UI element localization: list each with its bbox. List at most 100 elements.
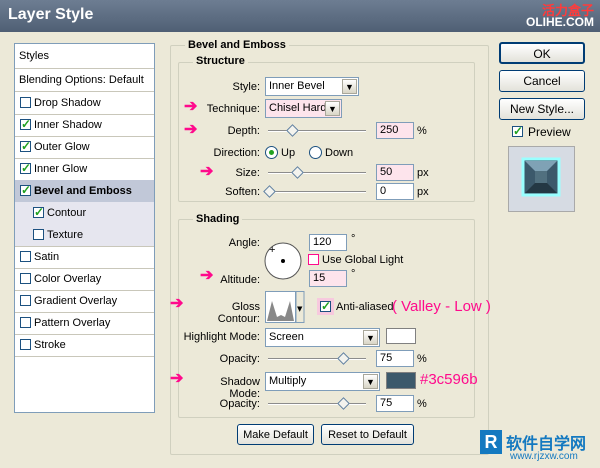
size-label: Size: bbox=[235, 167, 260, 179]
direction-down-radio[interactable] bbox=[309, 146, 322, 159]
global-light-checkbox[interactable] bbox=[308, 254, 319, 265]
watermark-en: OLIHE.COM bbox=[526, 15, 594, 29]
make-default-button[interactable]: Make Default bbox=[237, 424, 314, 445]
shadow-color-swatch[interactable] bbox=[386, 372, 416, 389]
style-item-label: Stroke bbox=[34, 339, 66, 351]
pointer-arrow-icon: ➔ bbox=[170, 370, 184, 387]
style-item-pattern-overlay[interactable]: Pattern Overlay bbox=[15, 312, 154, 335]
soften-field[interactable]: 0 bbox=[376, 183, 414, 200]
shadow-opacity-unit: % bbox=[417, 398, 427, 410]
preview-checkbox[interactable] bbox=[512, 124, 523, 138]
anti-aliased-checkbox[interactable] bbox=[320, 299, 331, 313]
size-slider[interactable] bbox=[268, 172, 366, 174]
footer-watermark: R 软件自学网 www.rjzxw.com bbox=[480, 430, 598, 464]
shadow-color-annotation: #3c596b bbox=[420, 371, 478, 388]
style-item-checkbox[interactable] bbox=[33, 205, 44, 219]
direction-label: Direction: bbox=[213, 147, 260, 159]
style-item-label: Outer Glow bbox=[34, 141, 90, 153]
window-title: Layer Style bbox=[8, 6, 94, 23]
pointer-arrow-icon: ➔ bbox=[184, 121, 198, 138]
style-item-checkbox[interactable] bbox=[20, 295, 31, 306]
chevron-down-icon: ▼ bbox=[363, 330, 378, 345]
gloss-contour-label: Gloss Contour: bbox=[217, 301, 260, 325]
shadow-opacity-slider[interactable] bbox=[268, 403, 366, 405]
size-field[interactable]: 50 bbox=[376, 164, 414, 181]
depth-slider[interactable] bbox=[268, 130, 366, 132]
style-item-label: Contour bbox=[47, 207, 87, 219]
blending-options[interactable]: Blending Options: Default bbox=[15, 69, 154, 92]
style-label: Style: bbox=[232, 81, 260, 93]
structure-title: Structure bbox=[193, 55, 248, 67]
style-item-checkbox[interactable] bbox=[20, 251, 31, 262]
svg-text:▼: ▼ bbox=[297, 305, 303, 313]
style-item-drop-shadow[interactable]: Drop Shadow bbox=[15, 92, 154, 115]
style-item-satin[interactable]: Satin bbox=[15, 246, 154, 269]
highlight-opacity-unit: % bbox=[417, 353, 427, 365]
angle-field[interactable]: 120 bbox=[309, 234, 347, 251]
depth-label: Depth: bbox=[227, 125, 260, 137]
shadow-mode-select[interactable]: Multiply ▼ bbox=[265, 372, 380, 391]
preview-label: Preview bbox=[528, 125, 571, 139]
style-item-checkbox[interactable] bbox=[20, 339, 31, 350]
style-item-checkbox[interactable] bbox=[20, 161, 31, 175]
highlight-mode-select[interactable]: Screen ▼ bbox=[265, 328, 380, 347]
style-item-label: Gradient Overlay bbox=[34, 295, 118, 307]
shadow-opacity-field[interactable]: 75 bbox=[376, 395, 414, 412]
style-item-gradient-overlay[interactable]: Gradient Overlay bbox=[15, 290, 154, 313]
style-item-label: Inner Glow bbox=[34, 163, 88, 175]
technique-label: Technique: bbox=[206, 103, 260, 115]
highlight-opacity-field[interactable]: 75 bbox=[376, 350, 414, 367]
style-item-stroke[interactable]: Stroke bbox=[15, 334, 154, 357]
style-item-checkbox[interactable] bbox=[20, 139, 31, 153]
style-select[interactable]: Inner Bevel ▼ bbox=[265, 77, 359, 96]
style-item-checkbox[interactable] bbox=[20, 317, 31, 328]
style-item-bevel-and-emboss[interactable]: Bevel and Emboss bbox=[15, 180, 154, 203]
style-item-contour[interactable]: Contour bbox=[15, 202, 154, 225]
shading-title: Shading bbox=[193, 213, 243, 225]
ok-button[interactable]: OK bbox=[499, 42, 585, 64]
shadow-opacity-label: Opacity: bbox=[219, 398, 260, 410]
angle-label: Angle: bbox=[228, 237, 260, 249]
global-light-label: Use Global Light bbox=[322, 254, 404, 266]
soften-slider[interactable] bbox=[268, 191, 366, 193]
style-item-label: Bevel and Emboss bbox=[34, 185, 132, 197]
shadow-mode-label: Shadow Mode: bbox=[220, 376, 260, 400]
style-item-label: Drop Shadow bbox=[34, 97, 101, 109]
style-item-inner-glow[interactable]: Inner Glow bbox=[15, 158, 154, 181]
style-item-checkbox[interactable] bbox=[20, 97, 31, 108]
angle-dial[interactable]: + bbox=[263, 241, 303, 281]
direction-up-radio[interactable] bbox=[265, 146, 278, 159]
highlight-opacity-slider[interactable] bbox=[268, 358, 366, 360]
new-style-button[interactable]: New Style... bbox=[499, 98, 585, 120]
style-item-color-overlay[interactable]: Color Overlay bbox=[15, 268, 154, 291]
style-item-label: Texture bbox=[47, 229, 84, 241]
highlight-color-swatch[interactable] bbox=[386, 328, 416, 344]
highlight-opacity-label: Opacity: bbox=[219, 353, 260, 365]
style-item-inner-shadow[interactable]: Inner Shadow bbox=[15, 114, 154, 137]
preview-thumbnail bbox=[521, 157, 561, 197]
depth-field[interactable]: 250 bbox=[376, 122, 414, 139]
style-item-outer-glow[interactable]: Outer Glow bbox=[15, 136, 154, 159]
cancel-button[interactable]: Cancel bbox=[499, 70, 585, 92]
reset-default-button[interactable]: Reset to Default bbox=[321, 424, 414, 445]
styles-list: Styles Blending Options: Default Drop Sh… bbox=[14, 43, 155, 413]
bevel-emboss-title: Bevel and Emboss bbox=[185, 39, 289, 51]
highlight-mode-label: Highlight Mode: bbox=[183, 331, 260, 343]
style-item-checkbox[interactable] bbox=[20, 117, 31, 131]
style-item-checkbox[interactable] bbox=[33, 229, 44, 240]
angle-unit: ° bbox=[351, 233, 356, 245]
technique-select[interactable]: Chisel Hard ▼ bbox=[265, 99, 342, 118]
altitude-unit: ° bbox=[351, 268, 356, 280]
styles-header[interactable]: Styles bbox=[15, 44, 154, 69]
style-item-label: Pattern Overlay bbox=[34, 317, 111, 329]
style-item-texture[interactable]: Texture bbox=[15, 224, 154, 247]
size-unit: px bbox=[417, 167, 429, 179]
style-item-checkbox[interactable] bbox=[20, 183, 31, 197]
pointer-arrow-icon: ➔ bbox=[184, 98, 198, 115]
gloss-annotation: ( Valley - Low ) bbox=[392, 298, 491, 315]
logo-icon: R bbox=[480, 430, 502, 454]
altitude-field[interactable]: 15 bbox=[309, 270, 347, 287]
direction-up-label: Up bbox=[281, 147, 296, 159]
gloss-contour-preview[interactable]: ▼ bbox=[265, 291, 305, 323]
style-item-checkbox[interactable] bbox=[20, 273, 31, 284]
